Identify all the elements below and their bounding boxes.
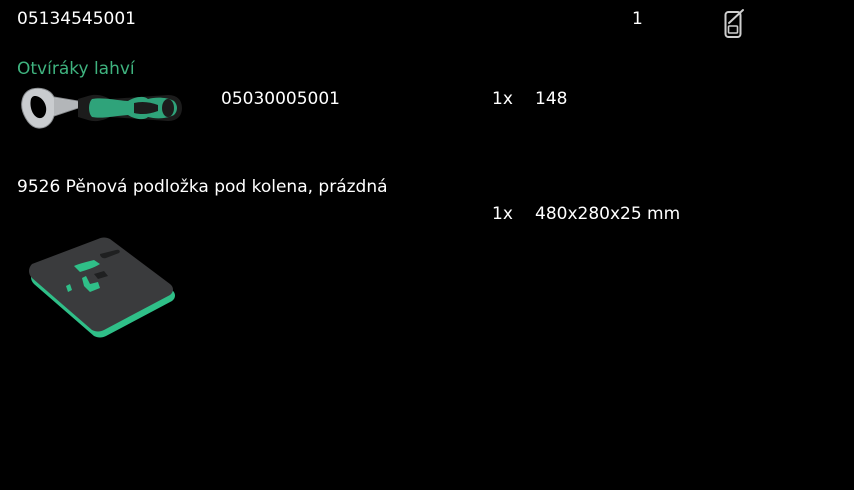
item-size: 480x280x25 mm bbox=[535, 204, 681, 224]
product-detail-page: 05134545001 1 Otvíráky lahví 05030005001… bbox=[0, 0, 854, 490]
bottle-opener-image bbox=[18, 83, 183, 133]
item-name: 9526 Pěnová podložka pod kolena, prázdná bbox=[17, 177, 388, 197]
knee-pad-image bbox=[24, 236, 179, 341]
item-size: 148 bbox=[535, 89, 568, 109]
mobile-phone-icon[interactable] bbox=[722, 8, 746, 40]
article-number: 05134545001 bbox=[17, 9, 136, 29]
item-article-number: 05030005001 bbox=[221, 89, 340, 109]
item-quantity: 1x bbox=[492, 89, 513, 109]
category-title: Otvíráky lahví bbox=[17, 59, 135, 79]
item-quantity: 1x bbox=[492, 204, 513, 224]
header-quantity: 1 bbox=[632, 9, 643, 29]
